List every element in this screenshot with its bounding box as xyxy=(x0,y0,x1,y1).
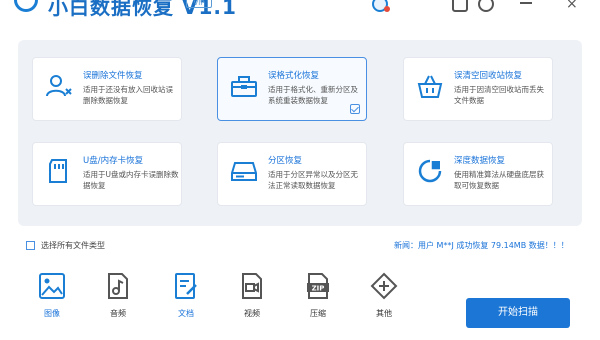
message-icon[interactable] xyxy=(452,0,468,12)
version-badge: VIP xyxy=(186,0,212,8)
image-icon xyxy=(39,273,65,299)
card-description: 适用于还没有放入回收站误删除数据恢复 xyxy=(83,85,173,105)
card-format-recovery[interactable]: 误格式化恢复 适用于格式化、重新分区及系统重装数据恢复 xyxy=(217,57,367,121)
recovery-mode-panel: 误删除文件恢复 适用于还没有放入回收站误删除数据恢复 误格式化恢复 适用于格式化… xyxy=(18,40,582,226)
card-recycle-bin-recovery[interactable]: 误清空回收站恢复 适用于因清空回收站而丢失文件数据 xyxy=(403,57,553,121)
filetype-label: 图像 xyxy=(44,309,60,318)
card-usb-recovery[interactable]: U盘/内存卡恢复 适用于U盘或内存卡误删除数据恢复 xyxy=(32,142,182,206)
card-title: 分区恢复 xyxy=(268,156,303,166)
card-description: 适用于U盘或内存卡误删除数据恢复 xyxy=(83,170,179,190)
filetype-label: 文档 xyxy=(178,309,194,318)
filetype-document[interactable]: 文档 xyxy=(164,272,208,338)
filetype-label: 其他 xyxy=(376,309,392,318)
card-description: 适用于格式化、重新分区及系统重装数据恢复 xyxy=(268,85,358,105)
filetype-image[interactable]: 图像 xyxy=(30,272,74,338)
app-logo-icon xyxy=(14,0,38,12)
title-bar: 小白数据恢复 V1.1 VIP × xyxy=(0,0,600,30)
audio-icon xyxy=(108,273,128,299)
card-title: 误清空回收站恢复 xyxy=(454,71,523,81)
card-description: 适用于分区异常以及分区无法正常读取数据恢复 xyxy=(268,170,358,190)
notification-dot xyxy=(384,6,390,12)
select-all-label: 选择所有文件类型 xyxy=(41,241,105,250)
filetype-other[interactable]: 其他 xyxy=(362,272,406,338)
filetype-video[interactable]: 视频 xyxy=(230,272,274,338)
close-icon[interactable]: × xyxy=(566,0,582,13)
selected-check-icon xyxy=(350,104,360,114)
filetype-label: 视频 xyxy=(244,309,260,318)
select-all-checkbox[interactable] xyxy=(26,241,35,250)
card-title: 深度数据恢复 xyxy=(454,156,506,166)
deep-scan-icon xyxy=(418,159,442,183)
card-deleted-recovery[interactable]: 误删除文件恢复 适用于还没有放入回收站误删除数据恢复 xyxy=(32,57,182,121)
basket-icon xyxy=(417,75,443,98)
help-icon[interactable] xyxy=(478,0,494,12)
filetype-audio[interactable]: 音频 xyxy=(96,272,140,338)
filetype-label: 音频 xyxy=(110,309,126,318)
zip-label: ZIP xyxy=(312,285,325,293)
disk-drive-icon xyxy=(231,162,257,181)
card-title: U盘/内存卡恢复 xyxy=(83,156,144,166)
news-ticker: 新闻：用户 M**J 成功恢复 79.14MB 数据！！！ xyxy=(394,241,569,250)
card-title: 误格式化恢复 xyxy=(268,71,320,81)
video-icon xyxy=(242,273,262,299)
toolbox-icon xyxy=(231,76,257,97)
minimize-icon[interactable] xyxy=(520,2,532,4)
card-partition-recovery[interactable]: 分区恢复 适用于分区异常以及分区无法正常读取数据恢复 xyxy=(217,142,367,206)
card-deep-recovery[interactable]: 深度数据恢复 使用精准算法从硬盘底层获取可恢复数据 xyxy=(403,142,553,206)
card-description: 使用精准算法从硬盘底层获取可恢复数据 xyxy=(454,170,544,190)
document-icon xyxy=(175,273,197,299)
other-icon xyxy=(370,272,398,300)
filetype-label: 压缩 xyxy=(310,309,326,318)
start-scan-button[interactable]: 开始扫描 xyxy=(466,298,570,328)
filetype-zip[interactable]: ZIP 压缩 xyxy=(296,272,340,338)
sd-card-icon xyxy=(49,159,67,183)
user-delete-icon xyxy=(46,75,72,97)
card-title: 误删除文件恢复 xyxy=(83,71,143,81)
card-description: 适用于因清空回收站而丢失文件数据 xyxy=(454,85,544,105)
zip-icon: ZIP xyxy=(307,273,329,299)
